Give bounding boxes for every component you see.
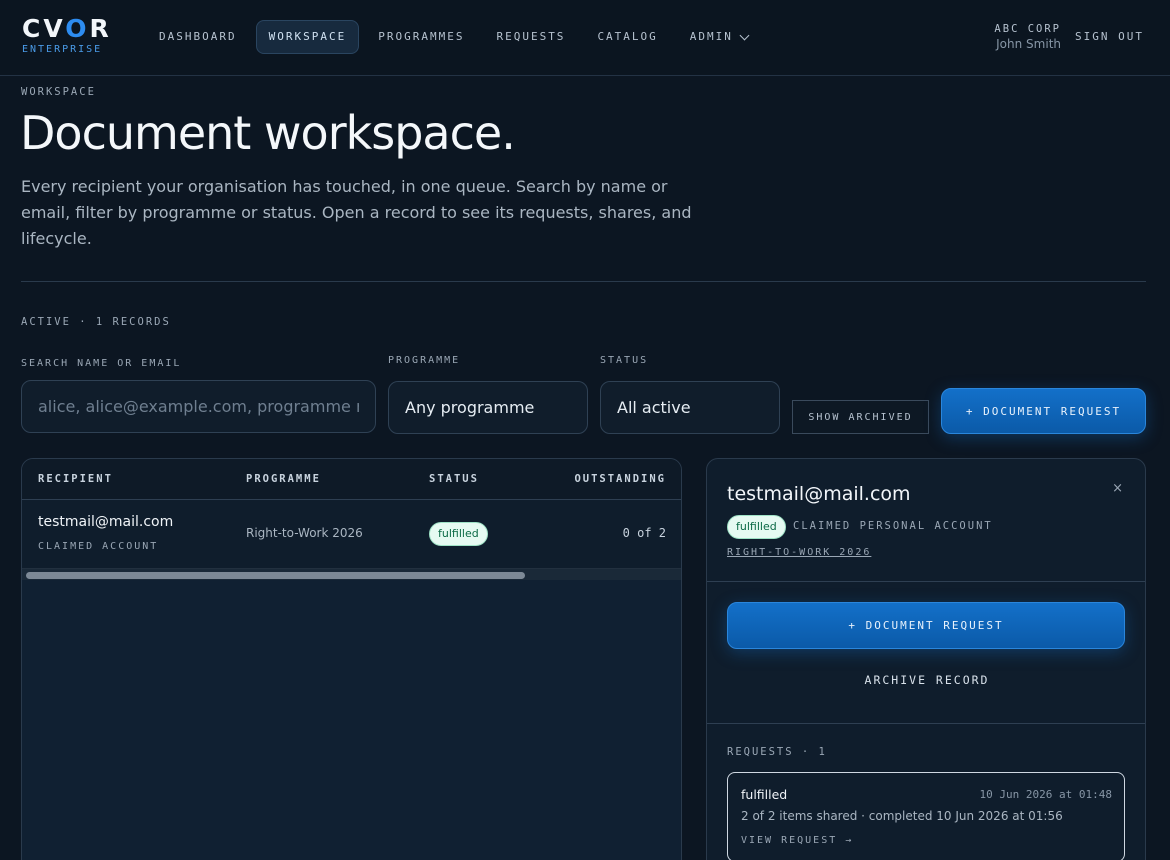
status-badge: fulfilled [727,515,786,539]
archive-record-button[interactable]: ARCHIVE RECORD [707,673,1145,687]
chevron-down-icon [739,30,750,40]
scrollbar-thumb[interactable] [26,572,525,579]
row-email: testmail@mail.com [38,514,174,530]
row-account: CLAIMED ACCOUNT [38,541,159,552]
view-request-link[interactable]: VIEW REQUEST → [741,835,853,846]
nav-workspace[interactable]: WORKSPACE [255,20,360,54]
table-header: RECIPIENT PROGRAMME STATUS OUTSTANDING [22,459,681,500]
row-outstanding: 0 of 2 [622,526,666,540]
page-eyebrow: WORKSPACE [21,86,96,98]
column-programme[interactable]: PROGRAMME [246,473,321,485]
record-detail-panel: testmail@mail.com × fulfilled CLAIMED PE… [706,458,1146,860]
divider [707,581,1145,582]
records-table: RECIPIENT PROGRAMME STATUS OUTSTANDING t… [21,458,682,860]
column-status[interactable]: STATUS [429,473,479,485]
nav-admin[interactable]: ADMIN [677,20,761,54]
programme-label: PROGRAMME [388,355,461,366]
main-nav: DASHBOARD WORKSPACE PROGRAMMES REQUESTS … [146,20,761,54]
row-programme: Right-to-Work 2026 [246,526,363,540]
status-badge: fulfilled [429,522,488,546]
row-status: fulfilled [429,522,488,546]
divider [707,723,1145,724]
nav-requests[interactable]: REQUESTS [483,20,578,54]
show-archived-button[interactable]: SHOW ARCHIVED [792,400,929,434]
sign-out-button[interactable]: SIGN OUT [1075,30,1144,43]
detail-email: testmail@mail.com [727,483,911,505]
nav-dashboard[interactable]: DASHBOARD [146,20,250,54]
table-row[interactable]: testmail@mail.com CLAIMED ACCOUNT Right-… [22,500,681,568]
page-intro: Every recipient your organisation has to… [21,177,692,248]
search-input[interactable] [38,381,359,432]
nav-admin-label: ADMIN [689,30,733,43]
brand-subtitle: ENTERPRISE [22,44,103,55]
search-label: SEARCH NAME OR EMAIL [21,358,182,369]
horizontal-scrollbar[interactable] [22,568,681,580]
search-field [21,380,376,433]
detail-programme-link[interactable]: RIGHT-TO-WORK 2026 [727,547,871,558]
request-date: 10 Jun 2026 at 01:48 [979,788,1112,801]
column-recipient[interactable]: RECIPIENT [38,473,113,485]
close-icon[interactable]: × [1112,481,1123,496]
column-outstanding[interactable]: OUTSTANDING [574,473,666,485]
status-label: STATUS [600,355,649,366]
user-info: ABC CORP John Smith [994,23,1061,51]
detail-document-request-button[interactable]: + DOCUMENT REQUEST [727,602,1125,649]
requests-label: REQUESTS · 1 [727,746,827,758]
programme-select[interactable]: Any programme [388,381,588,434]
nav-programmes[interactable]: PROGRAMMES [365,20,477,54]
status-select[interactable]: All active [600,381,780,434]
page-title: Document workspace. [20,106,516,160]
detail-status: fulfilled [727,515,786,539]
top-header: CVOR ENTERPRISE DASHBOARD WORKSPACE PROG… [0,0,1170,76]
user-org: ABC CORP [994,23,1061,35]
user-name: John Smith [996,37,1061,51]
request-detail: 2 of 2 items shared · completed 10 Jun 2… [741,809,1063,823]
new-document-request-button[interactable]: + DOCUMENT REQUEST [941,388,1146,434]
detail-account: CLAIMED PERSONAL ACCOUNT [793,520,993,532]
nav-catalog[interactable]: CATALOG [584,20,670,54]
divider [21,281,1146,282]
brand-name: CVOR [22,14,112,43]
record-count: ACTIVE · 1 RECORDS [21,316,171,328]
table-empty-area [22,580,681,860]
brand-logo[interactable]: CVOR ENTERPRISE [22,14,112,56]
request-card[interactable]: fulfilled 10 Jun 2026 at 01:48 2 of 2 it… [727,772,1125,860]
request-status: fulfilled [741,787,788,802]
